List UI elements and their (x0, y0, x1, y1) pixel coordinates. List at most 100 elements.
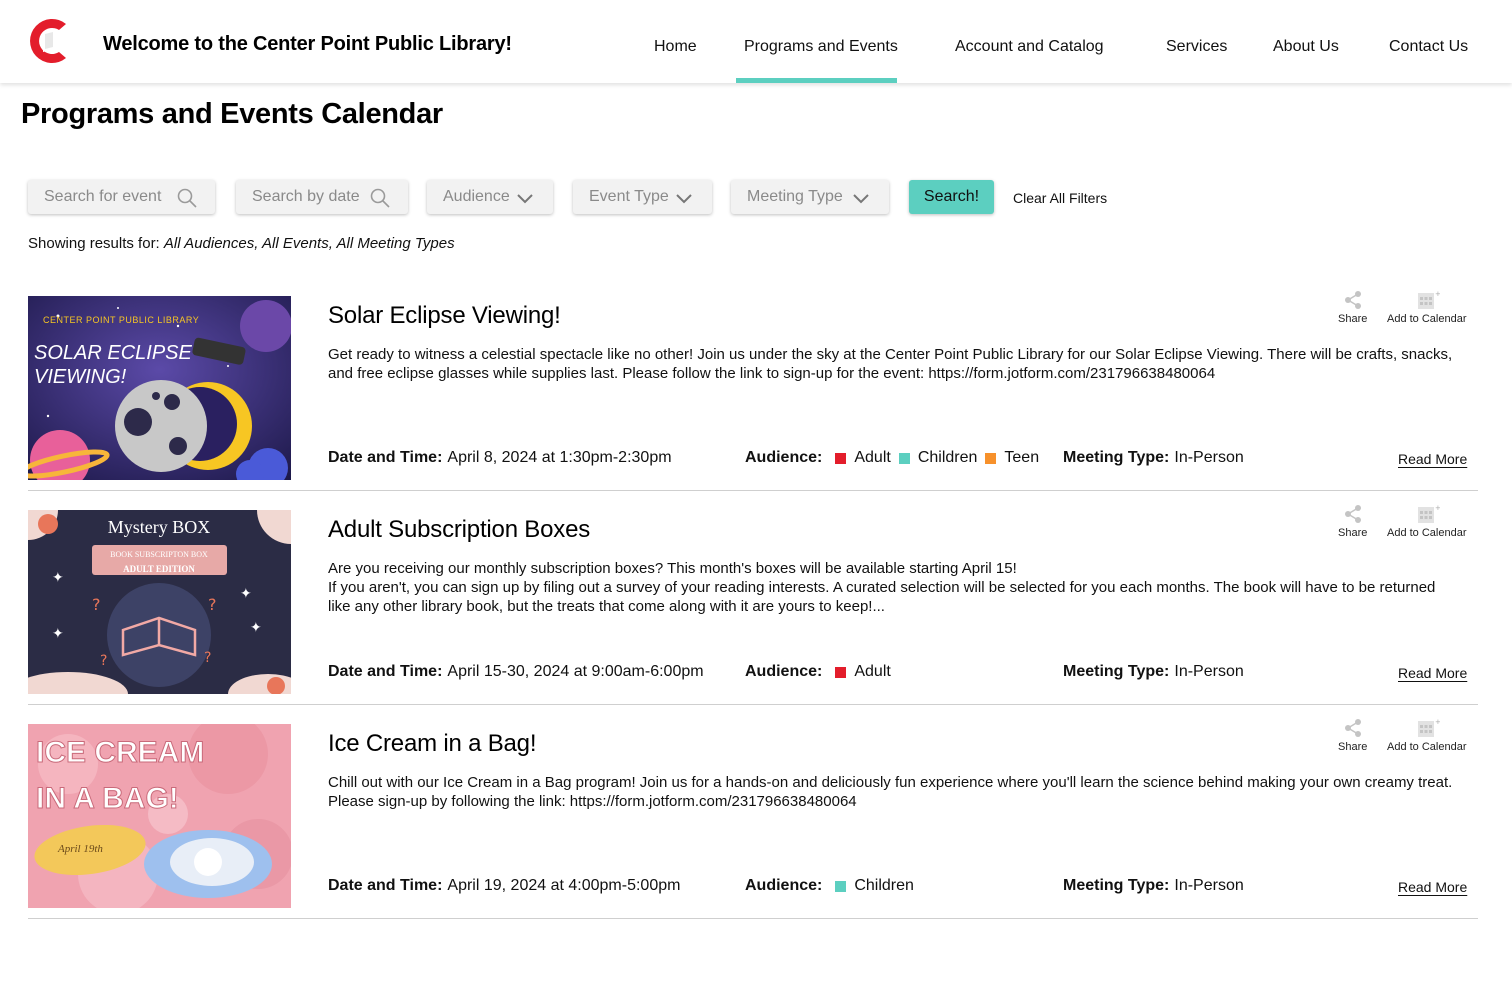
add-to-calendar-label: Add to Calendar (1387, 741, 1467, 753)
share-label: Share (1338, 313, 1368, 325)
read-more-link[interactable]: Read More (1398, 665, 1467, 681)
nav-services[interactable]: Services (1166, 38, 1227, 56)
read-more-link[interactable]: Read More (1398, 879, 1467, 895)
event-audience: Audience: Adult Children Teen (745, 449, 1045, 467)
solar-eclipse-image: CENTER POINT PUBLIC LIBRARY SOLAR ECLIPS… (28, 296, 291, 480)
event-card: CENTER POINT PUBLIC LIBRARY SOLAR ECLIPS… (28, 290, 1478, 491)
meeting-type-dropdown[interactable]: Meeting Type (731, 180, 889, 214)
share-icon (1344, 505, 1361, 523)
nav-account-and-catalog[interactable]: Account and Catalog (955, 38, 1104, 56)
event-description: Are you receiving our monthly subscripti… (328, 560, 1436, 615)
search-event-input[interactable]: Search for event (28, 180, 215, 214)
image-caption-3: VIEWING! (34, 366, 127, 388)
audience-label: Audience: (745, 877, 823, 894)
meeting-type-value: In-Person (1174, 663, 1244, 680)
add-to-calendar-label: Add to Calendar (1387, 313, 1467, 325)
event-title[interactable]: Ice Cream in a Bag! (328, 730, 537, 758)
audience-tag-label: Children (917, 449, 978, 466)
event-type-dropdown[interactable]: Event Type (573, 180, 712, 214)
results-summary: Showing results for: All Audiences, All … (28, 235, 455, 252)
clear-filters-button[interactable]: Clear All Filters (1013, 190, 1107, 206)
event-image-ice-cream[interactable]: ICE CREAM IN A BAG! April 19th (28, 724, 291, 908)
nav-home[interactable]: Home (654, 38, 697, 56)
audience-tag-adult: Adult (835, 449, 891, 467)
site-title: Welcome to the Center Point Public Libra… (103, 33, 512, 55)
share-icon (1344, 719, 1361, 737)
meeting-type-label: Meeting Type: (1063, 663, 1170, 680)
teen-swatch (985, 452, 997, 464)
date-time-value: April 19, 2024 at 4:00pm-5:00pm (447, 877, 681, 894)
audience-tag-children: Children (898, 449, 978, 467)
date-time-label: Date and Time: (328, 663, 443, 680)
share-label: Share (1338, 741, 1368, 753)
audience-label: Audience: (745, 449, 823, 466)
meeting-type-dropdown-label: Meeting Type (747, 188, 843, 205)
audience-tag-teen: Teen (985, 449, 1039, 467)
event-image-subscription-box[interactable]: Mystery BOX BOOK SUBSCRIPTON BOX ADULT E… (28, 510, 291, 694)
share-icon (1344, 291, 1361, 309)
image-caption-1: ICE CREAM (36, 736, 204, 769)
meeting-type-label: Meeting Type: (1063, 449, 1170, 466)
svg-text:?: ? (204, 650, 211, 666)
image-caption-1: CENTER POINT PUBLIC LIBRARY (43, 315, 199, 325)
image-caption-1: Mystery BOX (108, 517, 211, 537)
add-to-calendar-button[interactable]: + Add to Calendar (1387, 504, 1467, 539)
event-title[interactable]: Adult Subscription Boxes (328, 516, 590, 544)
share-button[interactable]: Share (1338, 290, 1367, 325)
svg-text:?: ? (208, 595, 217, 614)
audience-tag-label: Adult (854, 663, 891, 680)
search-button[interactable]: Search! (909, 180, 994, 214)
date-time-label: Date and Time: (328, 877, 443, 894)
search-icon (177, 188, 197, 208)
date-time-label: Date and Time: (328, 449, 443, 466)
svg-text:+: + (1435, 718, 1440, 726)
share-button[interactable]: Share (1338, 718, 1367, 753)
meeting-type-value: In-Person (1174, 449, 1244, 466)
chevron-down-icon (517, 194, 533, 204)
results-label: Showing results for: (28, 235, 164, 252)
search-date-input[interactable]: Search by date (236, 180, 408, 214)
event-meeting-type: Meeting Type: In-Person (1063, 663, 1244, 681)
svg-text:+: + (1435, 290, 1440, 298)
add-to-calendar-button[interactable]: + Add to Calendar (1387, 718, 1467, 753)
children-swatch (835, 880, 847, 892)
meeting-type-value: In-Person (1174, 877, 1244, 894)
share-label: Share (1338, 527, 1368, 539)
svg-text:?: ? (92, 595, 101, 614)
audience-tag-label: Adult (854, 449, 891, 466)
image-caption-3: ADULT EDITION (123, 564, 195, 574)
date-time-value: April 15-30, 2024 at 9:00am-6:00pm (447, 663, 704, 680)
audience-tag-label: Children (854, 877, 914, 894)
children-swatch (898, 452, 910, 464)
site-header: Welcome to the Center Point Public Libra… (0, 0, 1512, 83)
nav-programs-and-events[interactable]: Programs and Events (744, 38, 898, 56)
library-logo-icon[interactable] (26, 16, 72, 66)
svg-text:✦: ✦ (250, 620, 262, 636)
svg-text:✦: ✦ (52, 570, 64, 586)
image-caption-2: IN A BAG! (36, 782, 179, 815)
calendar-icon: + (1417, 718, 1440, 737)
chevron-down-icon (853, 194, 869, 204)
svg-text:?: ? (100, 653, 107, 669)
image-caption-3: April 19th (57, 843, 103, 855)
page-title: Programs and Events Calendar (21, 98, 443, 130)
nav-contact-us[interactable]: Contact Us (1389, 38, 1468, 56)
nav-about-us[interactable]: About Us (1273, 38, 1339, 56)
audience-dropdown[interactable]: Audience (427, 180, 553, 214)
chevron-down-icon (676, 194, 692, 204)
add-to-calendar-label: Add to Calendar (1387, 527, 1467, 539)
event-image-solar-eclipse[interactable]: CENTER POINT PUBLIC LIBRARY SOLAR ECLIPS… (28, 296, 291, 480)
search-icon (370, 188, 390, 208)
mystery-box-image: Mystery BOX BOOK SUBSCRIPTON BOX ADULT E… (28, 510, 291, 694)
share-button[interactable]: Share (1338, 504, 1367, 539)
event-description: Get ready to witness a celestial spectac… (328, 346, 1453, 382)
svg-text:✦: ✦ (240, 586, 252, 602)
add-to-calendar-button[interactable]: + Add to Calendar (1387, 290, 1467, 325)
active-nav-indicator (736, 78, 897, 83)
event-meeting-type: Meeting Type: In-Person (1063, 877, 1244, 895)
read-more-link[interactable]: Read More (1398, 451, 1467, 467)
svg-text:+: + (1435, 504, 1440, 512)
event-title[interactable]: Solar Eclipse Viewing! (328, 302, 561, 330)
event-description: Chill out with our Ice Cream in a Bag pr… (328, 774, 1453, 810)
meeting-type-label: Meeting Type: (1063, 877, 1170, 894)
